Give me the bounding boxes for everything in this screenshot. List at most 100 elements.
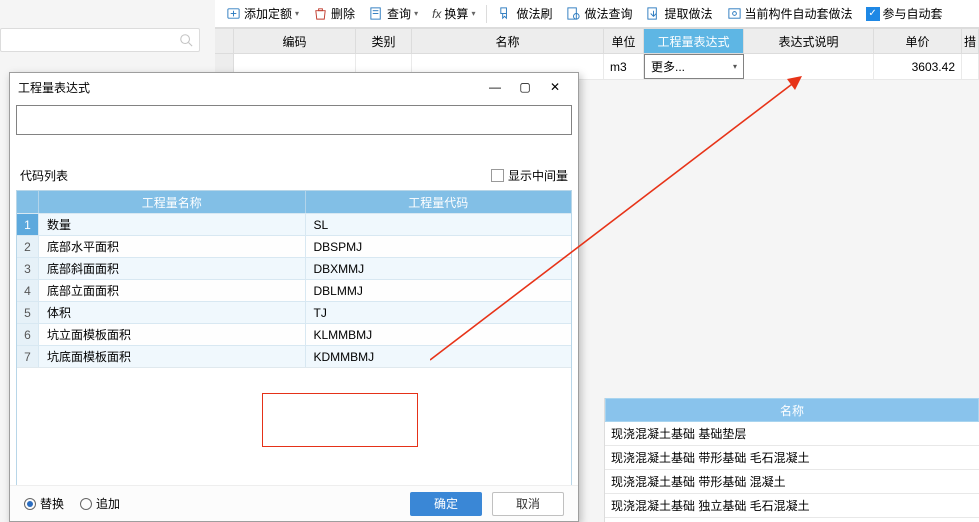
table-row[interactable]: 7 坑底面模板面积 KDMMBMJ — [17, 345, 571, 367]
expression-input[interactable] — [16, 105, 572, 135]
do-query-label: 做法查询 — [584, 5, 632, 22]
row-code: TJ — [306, 302, 572, 323]
col-type[interactable]: 类别 — [356, 29, 412, 53]
row-num: 2 — [17, 236, 39, 257]
row-num: 4 — [17, 280, 39, 301]
list-item[interactable]: 现浇混凝土基础 独立基础 混凝土 — [605, 518, 979, 522]
row-code: SL — [306, 214, 572, 235]
dropdown-icon: ▾ — [414, 9, 418, 18]
table-row[interactable]: 3 底部斜面面积 DBXMMJ — [17, 257, 571, 279]
code-table: 工程量名称 工程量代码 1 数量 SL 2 底部水平面积 DBSPMJ 3 底部… — [16, 190, 572, 498]
row-code: DBLMMJ — [306, 280, 572, 301]
dropdown-icon: ▾ — [295, 9, 299, 18]
cancel-button[interactable]: 取消 — [492, 492, 564, 516]
convert-label: 换算 — [444, 5, 468, 22]
cell-expr-text: 更多... — [651, 58, 685, 75]
extract-label: 提取做法 — [664, 5, 712, 22]
dialog-title: 工程量表达式 — [18, 79, 90, 96]
cancel-label: 取消 — [516, 495, 540, 512]
row-code: KLMMBMJ — [306, 324, 572, 345]
row-num: 1 — [17, 214, 39, 235]
bottom-header[interactable]: 名称 — [605, 398, 979, 422]
col-code[interactable]: 编码 — [234, 29, 356, 53]
radio-icon — [80, 498, 92, 510]
minimize-button[interactable]: — — [480, 76, 510, 98]
row-name: 坑立面模板面积 — [39, 324, 306, 345]
participate-checkbox[interactable]: ✓ 参与自动套 — [866, 5, 943, 22]
ct-col-code[interactable]: 工程量代码 — [306, 191, 572, 213]
ok-button[interactable]: 确定 — [410, 492, 482, 516]
checkbox-icon — [491, 169, 504, 182]
row-num: 6 — [17, 324, 39, 345]
cell-last[interactable] — [962, 54, 979, 79]
grid-corner — [215, 29, 234, 53]
grid-header: 编码 类别 名称 单位 工程量表达式 表达式说明 单价 措 — [215, 28, 979, 54]
fx-icon: fx — [432, 7, 441, 21]
table-row[interactable]: 6 坑立面模板面积 KLMMBMJ — [17, 323, 571, 345]
dialog-footer: 替换 追加 确定 取消 — [10, 485, 578, 521]
brush-button[interactable]: 做法刷 — [495, 3, 555, 24]
dialog-titlebar[interactable]: 工程量表达式 — ▢ ✕ — [10, 73, 578, 101]
maximize-button[interactable]: ▢ — [510, 76, 540, 98]
add-icon — [226, 6, 241, 21]
ct-corner — [17, 191, 39, 213]
list-item[interactable]: 现浇混凝土基础 带形基础 毛石混凝土 — [605, 446, 979, 470]
auto-icon — [727, 6, 742, 21]
show-inter-label: 显示中间量 — [508, 167, 568, 184]
left-search-box[interactable] — [0, 28, 200, 52]
col-desc[interactable]: 表达式说明 — [744, 29, 874, 53]
ct-col-name[interactable]: 工程量名称 — [39, 191, 306, 213]
cell-desc[interactable] — [744, 54, 874, 79]
extract-button[interactable]: 提取做法 — [643, 3, 715, 24]
table-row[interactable]: 1 数量 SL — [17, 213, 571, 235]
cell-unit[interactable]: m3 — [604, 54, 644, 79]
code-list-label: 代码列表 — [20, 167, 68, 184]
cell-price[interactable]: 3603.42 — [874, 54, 962, 79]
search-icon — [179, 33, 193, 47]
row-code: DBXMMJ — [306, 258, 572, 279]
delete-button[interactable]: 删除 — [310, 3, 358, 24]
dropdown-icon: ▾ — [471, 9, 475, 18]
minimize-icon: — — [489, 80, 501, 94]
table-row[interactable]: 5 体积 TJ — [17, 301, 571, 323]
ok-label: 确定 — [434, 495, 458, 512]
auto-set-label: 当前构件自动套做法 — [745, 5, 853, 22]
table-empty — [17, 367, 571, 497]
append-radio[interactable]: 追加 — [80, 495, 120, 512]
list-item[interactable]: 现浇混凝土基础 独立基础 毛石混凝土 — [605, 494, 979, 518]
col-last[interactable]: 措 — [962, 29, 979, 53]
radio-icon — [24, 498, 36, 510]
row-name: 底部水平面积 — [39, 236, 306, 257]
participate-label: 参与自动套 — [883, 5, 943, 22]
list-item[interactable]: 现浇混凝土基础 带形基础 混凝土 — [605, 470, 979, 494]
table-row[interactable]: 2 底部水平面积 DBSPMJ — [17, 235, 571, 257]
do-query-icon — [566, 6, 581, 21]
brush-icon — [498, 6, 513, 21]
row-code: KDMMBMJ — [306, 346, 572, 367]
list-item[interactable]: 现浇混凝土基础 基础垫层 — [605, 422, 979, 446]
show-inter-checkbox[interactable]: 显示中间量 — [491, 167, 568, 184]
table-row[interactable]: 4 底部立面面积 DBLMMJ — [17, 279, 571, 301]
row-name: 底部立面面积 — [39, 280, 306, 301]
cell-expr-dropdown[interactable]: 更多... ▾ — [644, 54, 744, 79]
chevron-down-icon: ▾ — [733, 62, 737, 71]
convert-button[interactable]: fx 换算 ▾ — [429, 3, 478, 24]
close-button[interactable]: ✕ — [540, 76, 570, 98]
check-icon: ✓ — [866, 7, 880, 21]
toolbar: 添加定额 ▾ 删除 查询 ▾ fx 换算 ▾ 做法刷 做法查询 提取做法 当前构… — [215, 0, 979, 28]
bottom-grid: 名称 现浇混凝土基础 基础垫层 现浇混凝土基础 带形基础 毛石混凝土 现浇混凝土… — [604, 398, 979, 522]
row-num: 7 — [17, 346, 39, 367]
do-query-button[interactable]: 做法查询 — [563, 3, 635, 24]
expression-dialog: 工程量表达式 — ▢ ✕ 代码列表 显示中间量 工程量名称 工程量代码 1 数量… — [9, 72, 579, 522]
auto-set-button[interactable]: 当前构件自动套做法 — [724, 3, 856, 24]
add-quota-button[interactable]: 添加定额 ▾ — [223, 3, 302, 24]
col-unit[interactable]: 单位 — [604, 29, 644, 53]
col-expr[interactable]: 工程量表达式 — [644, 29, 744, 53]
row-name: 体积 — [39, 302, 306, 323]
brush-label: 做法刷 — [516, 5, 552, 22]
extract-icon — [646, 6, 661, 21]
replace-radio[interactable]: 替换 — [24, 495, 64, 512]
col-price[interactable]: 单价 — [874, 29, 962, 53]
col-name[interactable]: 名称 — [412, 29, 604, 53]
query-button[interactable]: 查询 ▾ — [366, 3, 421, 24]
